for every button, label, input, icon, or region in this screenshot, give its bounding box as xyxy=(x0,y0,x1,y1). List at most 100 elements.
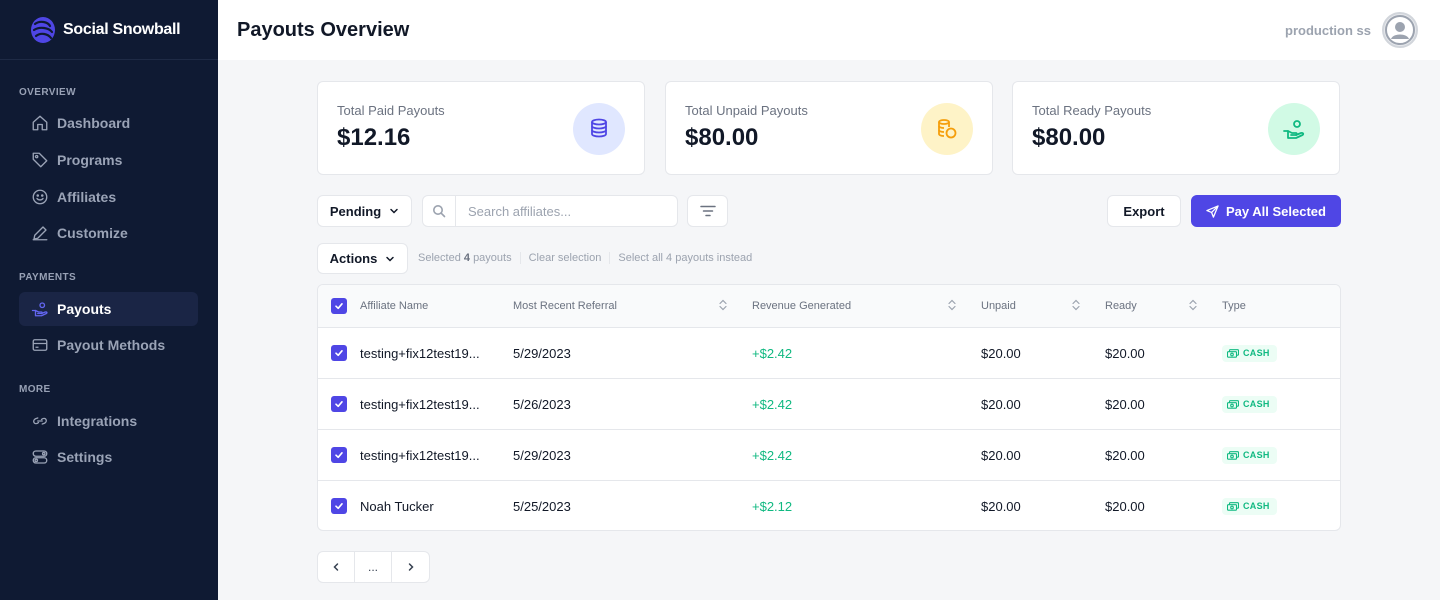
search-box[interactable] xyxy=(422,195,678,227)
table-row[interactable]: testing+fix12test19... 5/29/2023 +$2.42 … xyxy=(318,327,1340,378)
prev-page-button[interactable] xyxy=(318,552,355,582)
export-button[interactable]: Export xyxy=(1107,195,1181,227)
actions-label: Actions xyxy=(329,251,378,266)
revenue-generated: +$2.12 xyxy=(752,498,793,514)
column-header-most-recent-referral[interactable]: Most Recent Referral xyxy=(513,285,617,327)
sidebar-item-label: Customize xyxy=(57,225,128,241)
checkbox[interactable] xyxy=(331,298,347,314)
row-checkbox[interactable] xyxy=(331,447,347,463)
select-all-checkbox[interactable] xyxy=(331,285,347,327)
select-all-link[interactable]: Select all 4 payouts instead xyxy=(618,252,752,264)
user-menu[interactable]: production ss xyxy=(1285,12,1418,48)
coins-stack-icon xyxy=(591,118,607,138)
check-icon xyxy=(335,452,343,459)
affiliate-name[interactable]: testing+fix12test19... xyxy=(360,328,480,378)
unpaid-amount: $20.00 xyxy=(981,447,1021,463)
sidebar-item-label: Settings xyxy=(57,449,113,465)
selected-prefix: Selected xyxy=(418,252,461,264)
stat-card-total-ready: Total Ready Payouts $80.00 xyxy=(1012,81,1340,175)
revenue-generated: +$2.42 xyxy=(752,447,793,463)
pay-all-selected-label: Pay All Selected xyxy=(1226,203,1326,219)
tag-icon xyxy=(32,152,48,168)
type-label: CASH xyxy=(1243,399,1270,409)
actions-dropdown[interactable]: Actions xyxy=(317,243,408,274)
status-filter-select[interactable]: Pending xyxy=(317,195,412,227)
column-header-revenue-generated[interactable]: Revenue Generated xyxy=(752,285,851,327)
filter-lines-icon xyxy=(699,205,716,217)
brand[interactable]: Social Snowball xyxy=(0,0,218,60)
sidebar-item-affiliates[interactable]: Affiliates xyxy=(19,180,198,214)
table-row[interactable]: Noah Tucker 5/25/2023 +$2.12 $20.00 $20.… xyxy=(318,480,1340,530)
toggle-icon xyxy=(32,450,48,464)
sidebar-item-programs[interactable]: Programs xyxy=(19,143,198,177)
chevron-down-icon xyxy=(390,208,398,214)
page-ellipsis[interactable]: ... xyxy=(355,552,392,582)
revenue-generated: +$2.42 xyxy=(752,396,793,412)
unpaid-amount: $20.00 xyxy=(981,345,1021,361)
table-row[interactable]: testing+fix12test19... 5/29/2023 +$2.42 … xyxy=(318,429,1340,480)
sidebar-item-payout-methods[interactable]: Payout Methods xyxy=(19,328,198,362)
column-header-type: Type xyxy=(1222,300,1246,312)
search-input[interactable] xyxy=(456,203,666,219)
sidebar: Social Snowball OVERVIEW Dashboard Progr… xyxy=(0,0,218,600)
section-title-more: MORE xyxy=(19,384,51,395)
type-badge: CASH xyxy=(1222,497,1277,515)
affiliate-name[interactable]: testing+fix12test19... xyxy=(360,430,480,480)
section-title-overview: OVERVIEW xyxy=(19,87,76,98)
selection-bar: Selected 4 payouts Clear selection Selec… xyxy=(418,252,752,264)
revenue-generated: +$2.42 xyxy=(752,345,793,361)
chevron-down-icon xyxy=(386,256,395,262)
pen-icon xyxy=(32,226,48,241)
row-checkbox[interactable] xyxy=(331,345,347,361)
divider xyxy=(609,252,611,264)
selected-count: 4 xyxy=(463,252,470,264)
sort-icon[interactable] xyxy=(1189,299,1197,311)
filter-button[interactable] xyxy=(687,195,728,227)
clear-selection-link[interactable]: Clear selection xyxy=(529,252,602,264)
sidebar-item-customize[interactable]: Customize xyxy=(19,216,198,250)
hand-coins-icon xyxy=(31,302,48,317)
sidebar-item-payouts[interactable]: Payouts xyxy=(19,292,198,326)
chevron-right-icon xyxy=(408,563,414,571)
sort-icon[interactable] xyxy=(719,299,727,311)
credit-card-icon xyxy=(32,339,48,351)
most-recent-referral: 5/25/2023 xyxy=(513,498,571,514)
affiliate-name[interactable]: testing+fix12test19... xyxy=(360,379,480,429)
smile-icon xyxy=(32,189,48,205)
cash-icon xyxy=(1227,450,1239,460)
sidebar-item-dashboard[interactable]: Dashboard xyxy=(19,106,198,140)
search-icon xyxy=(433,205,446,218)
selected-suffix: payouts xyxy=(473,252,512,264)
row-checkbox[interactable] xyxy=(331,498,347,514)
check-icon xyxy=(335,350,343,357)
chevron-left-icon xyxy=(333,563,339,571)
column-header-unpaid[interactable]: Unpaid xyxy=(981,285,1016,327)
affiliate-name[interactable]: Noah Tucker xyxy=(360,481,434,530)
top-header: Payouts Overview production ss xyxy=(218,0,1440,60)
sidebar-item-integrations[interactable]: Integrations xyxy=(19,404,198,438)
cash-icon xyxy=(1227,348,1239,358)
type-label: CASH xyxy=(1243,501,1270,511)
brand-name: Social Snowball xyxy=(63,20,181,38)
sort-icon[interactable] xyxy=(1072,299,1080,311)
page-title: Payouts Overview xyxy=(237,18,410,41)
unpaid-amount: $20.00 xyxy=(981,498,1021,514)
column-header-ready[interactable]: Ready xyxy=(1105,285,1137,327)
stat-icon-wrap xyxy=(573,103,625,155)
check-icon xyxy=(335,503,343,510)
sort-icon[interactable] xyxy=(948,299,956,311)
cash-icon xyxy=(1227,501,1239,511)
next-page-button[interactable] xyxy=(392,552,429,582)
avatar[interactable] xyxy=(1382,12,1418,48)
payouts-table: Affiliate Name Most Recent Referral Reve… xyxy=(317,284,1341,531)
table-row[interactable]: testing+fix12test19... 5/26/2023 +$2.42 … xyxy=(318,378,1340,429)
row-checkbox[interactable] xyxy=(331,396,347,412)
pay-all-selected-button[interactable]: Pay All Selected xyxy=(1191,195,1341,227)
sidebar-item-settings[interactable]: Settings xyxy=(19,440,198,474)
sidebar-item-label: Payout Methods xyxy=(57,337,166,353)
column-header-affiliate-name[interactable]: Affiliate Name xyxy=(360,285,428,327)
check-icon xyxy=(335,401,343,408)
unpaid-amount: $20.00 xyxy=(981,396,1021,412)
hand-coins-icon xyxy=(1283,120,1305,139)
sidebar-item-label: Affiliates xyxy=(57,189,117,205)
